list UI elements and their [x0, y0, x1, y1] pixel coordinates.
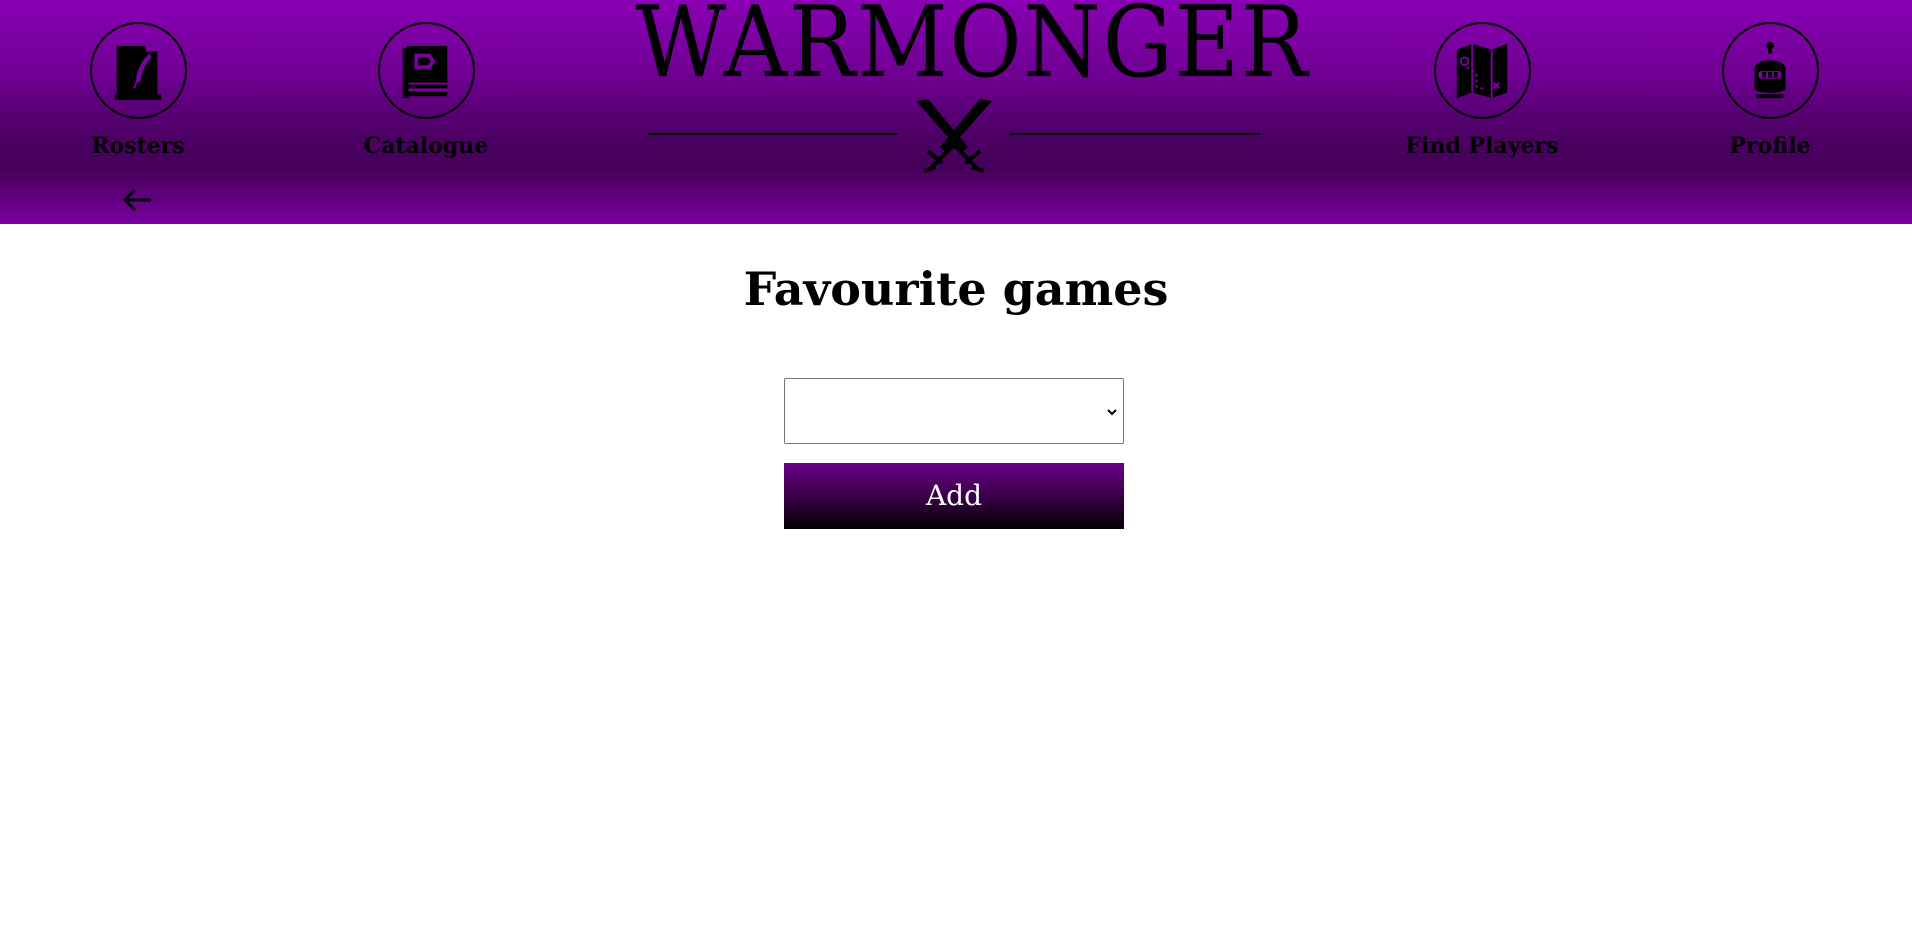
nav-catalogue-label[interactable]: Catalogue	[341, 133, 511, 159]
nav-rosters[interactable]: Rosters	[53, 22, 223, 159]
favourite-game-select[interactable]	[784, 378, 1124, 444]
nav-catalogue[interactable]: Catalogue	[341, 22, 511, 159]
nav-find-players[interactable]: Find Players	[1397, 22, 1567, 159]
scroll-quill-icon	[114, 45, 162, 100]
logo-divider-left	[648, 133, 898, 135]
knight-helmet-icon	[1754, 41, 1786, 98]
top-navigation-bar: Rosters Catalogue Find Players Profile W…	[0, 0, 1912, 224]
add-button[interactable]: Add	[784, 463, 1124, 529]
chevron-down-icon	[1107, 409, 1117, 416]
page-title: Favourite games	[743, 262, 1169, 316]
back-button[interactable]	[121, 186, 155, 214]
crossed-swords-icon	[916, 99, 992, 173]
find-players-icon-circle[interactable]	[1433, 22, 1531, 119]
map-icon	[1456, 43, 1508, 98]
rosters-icon-circle[interactable]	[89, 22, 187, 119]
nav-profile[interactable]: Profile	[1685, 22, 1855, 159]
book-icon	[402, 45, 448, 98]
nav-profile-label[interactable]: Profile	[1685, 133, 1855, 159]
nav-rosters-label[interactable]: Rosters	[53, 133, 223, 159]
arrow-left-icon	[122, 188, 151, 212]
app-logo-wordmark: WARMONGER	[635, 0, 1310, 100]
logo-divider-right	[1010, 133, 1260, 135]
nav-find-players-label[interactable]: Find Players	[1397, 133, 1567, 159]
profile-icon-circle[interactable]	[1721, 22, 1819, 119]
catalogue-icon-circle[interactable]	[377, 22, 475, 119]
